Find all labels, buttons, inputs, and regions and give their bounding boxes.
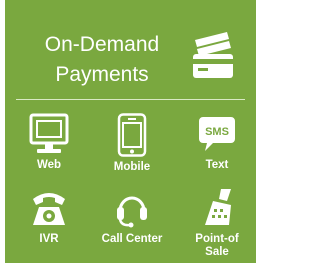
channel-label: Web	[36, 159, 62, 171]
channel-label: Mobile	[113, 161, 151, 173]
channel-call-center[interactable]: Call Center	[101, 187, 163, 246]
headset-icon	[117, 196, 147, 228]
sms-badge-text: SMS	[205, 126, 229, 138]
channel-label: Text	[205, 159, 229, 171]
channel-label: Call Center	[101, 233, 163, 245]
card-reader-icon	[205, 189, 231, 225]
panel-title: On-Demand Payments	[27, 30, 177, 90]
title-line-2: Payments	[55, 63, 149, 86]
title-line-1: On-Demand	[44, 33, 160, 56]
channel-point-of-sale[interactable]: Point-of Sale	[186, 187, 248, 259]
channel-web[interactable]: Web	[18, 113, 80, 172]
payments-panel: On-Demand Payments Web Mobile SMS Text I…	[5, 0, 256, 263]
telephone-icon	[33, 193, 65, 225]
channel-text[interactable]: SMS Text	[186, 113, 248, 172]
channel-ivr[interactable]: IVR	[18, 187, 80, 246]
sms-bubble-icon: SMS	[199, 117, 235, 151]
credit-cards-icon	[193, 32, 233, 78]
channel-label: Point-of Sale	[195, 233, 239, 258]
channel-mobile[interactable]: Mobile	[101, 113, 163, 174]
divider	[16, 99, 245, 100]
smartphone-icon	[117, 113, 147, 157]
monitor-icon	[29, 113, 69, 153]
channel-label: IVR	[39, 233, 59, 245]
